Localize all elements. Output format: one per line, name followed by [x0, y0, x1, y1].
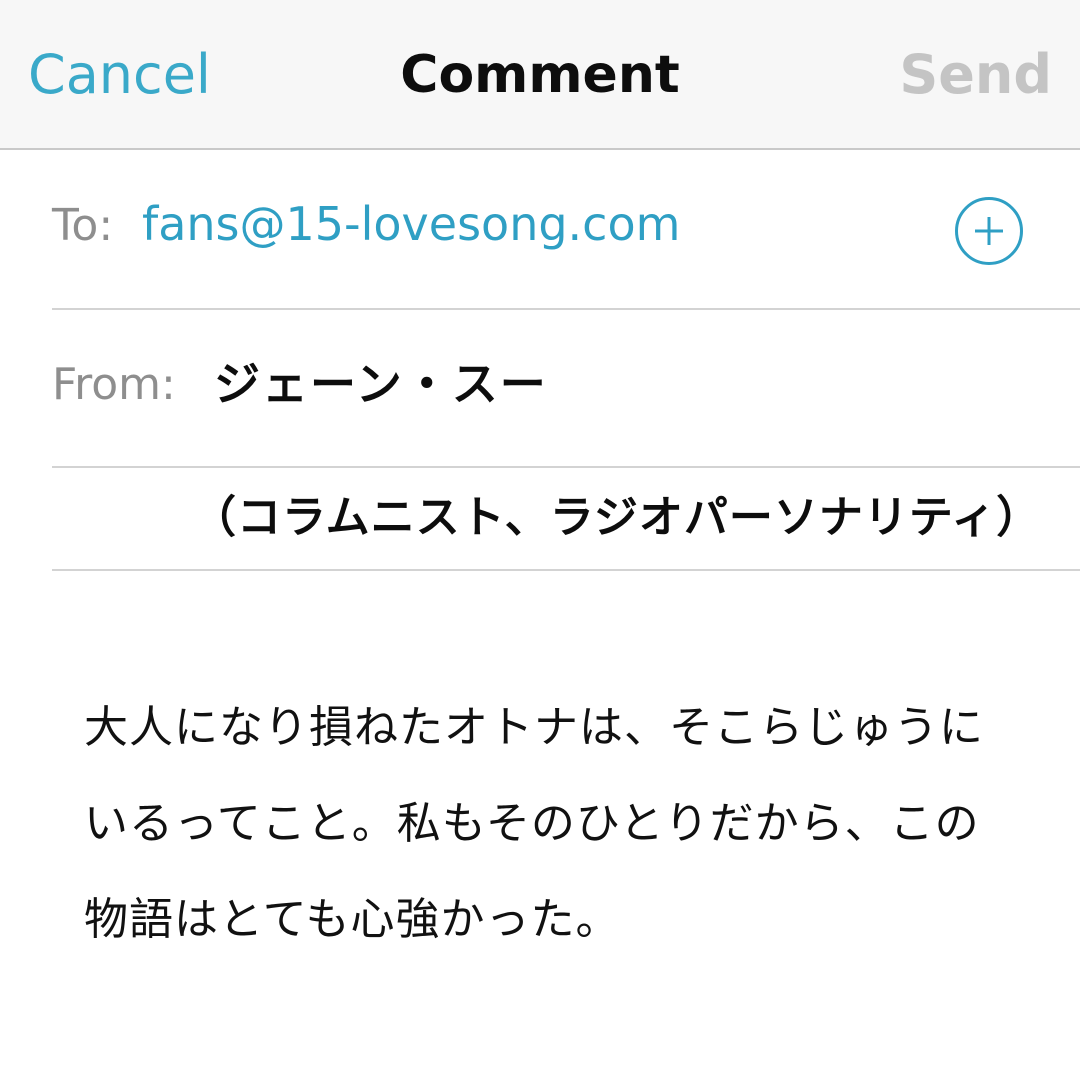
to-recipient-field[interactable]: fans@15-lovesong.com: [142, 194, 680, 254]
from-label: From:: [52, 359, 176, 410]
message-line: いるってこと。私もそのひとりだから、この: [84, 798, 980, 849]
message-line: 大人になり損ねたオトナは、そこらじゅうに: [84, 702, 984, 753]
plus-circle-icon: [975, 217, 1003, 245]
to-row: To: fans@15-lovesong.com: [52, 150, 1080, 310]
sender-affiliation: （コラムニスト、ラジオパーソナリティ）: [192, 492, 1042, 543]
add-recipient-button[interactable]: [955, 197, 1023, 265]
affiliation-row: （コラムニスト、ラジオパーソナリティ）: [52, 468, 1080, 571]
from-sender-name: ジェーン・スー: [214, 357, 548, 411]
message-body[interactable]: 大人になり損ねたオトナは、そこらじゅうに いるってこと。私もそのひとりだから、こ…: [84, 680, 1014, 968]
from-row: From: ジェーン・スー: [52, 310, 1080, 468]
send-button[interactable]: Send: [899, 40, 1052, 110]
to-label: To:: [52, 200, 114, 251]
navigation-bar: Cancel Comment Send: [0, 0, 1080, 150]
message-line: 物語はとても心強かった。: [84, 894, 621, 945]
